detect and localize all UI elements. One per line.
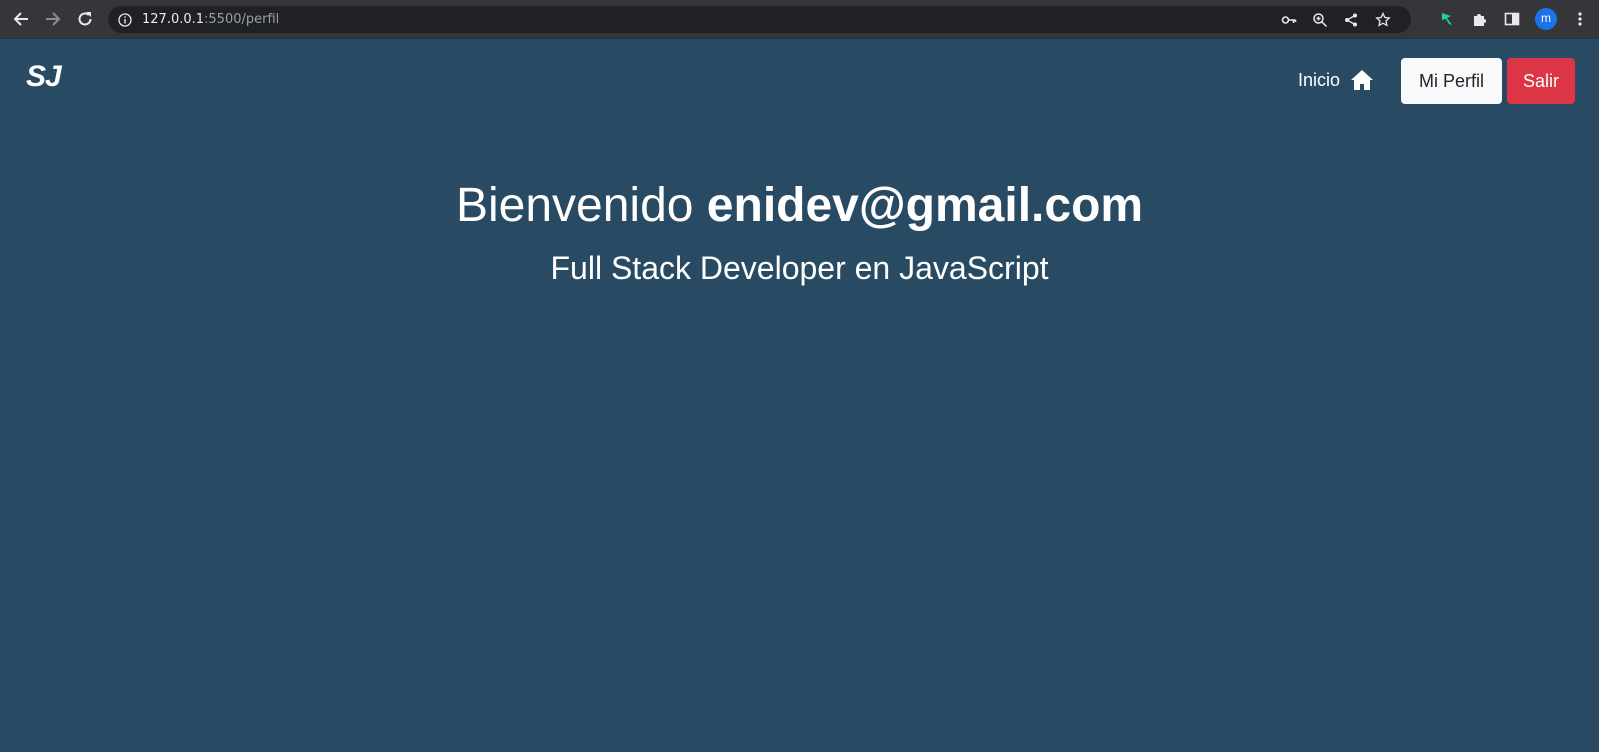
logout-button[interactable]: Salir [1507,58,1575,104]
reload-icon[interactable] [74,8,96,30]
zoom-icon[interactable] [1311,11,1328,28]
extension-bird-icon[interactable] [1438,9,1458,29]
back-arrow-icon[interactable] [10,8,32,30]
welcome-greeting: Bienvenido [455,179,694,232]
brand-logo[interactable]: SJ [26,60,62,94]
url-text[interactable]: 127.0.0.1:5500/perfil [142,6,279,33]
browser-toolbar: 127.0.0.1:5500/perfil m [0,0,1599,39]
site-info-icon[interactable] [118,12,132,27]
user-role-subtitle: Full Stack Developer en JavaScript [550,250,1049,286]
share-icon[interactable] [1342,11,1359,28]
nav-home-label: Inicio [1298,69,1341,90]
browser-menu-icon[interactable] [1570,9,1590,29]
extensions-puzzle-icon[interactable] [1470,9,1490,29]
profile-avatar[interactable]: m [1535,8,1557,30]
url-path: :5500/perfil [204,12,280,27]
welcome-heading: Bienvenido enidev@gmail.com [0,178,1599,233]
side-panel-icon[interactable] [1502,9,1522,29]
nav-home-link[interactable]: Inicio [1298,67,1374,93]
bookmark-star-icon[interactable] [1374,11,1391,28]
forward-arrow-icon[interactable] [42,8,64,30]
home-icon [1351,70,1374,90]
user-email: enidev@gmail.com [706,179,1144,232]
address-bar[interactable]: 127.0.0.1:5500/perfil [108,6,1411,33]
key-icon[interactable] [1280,11,1297,28]
my-profile-button[interactable]: Mi Perfil [1401,58,1502,104]
url-host: 127.0.0.1 [142,12,205,27]
